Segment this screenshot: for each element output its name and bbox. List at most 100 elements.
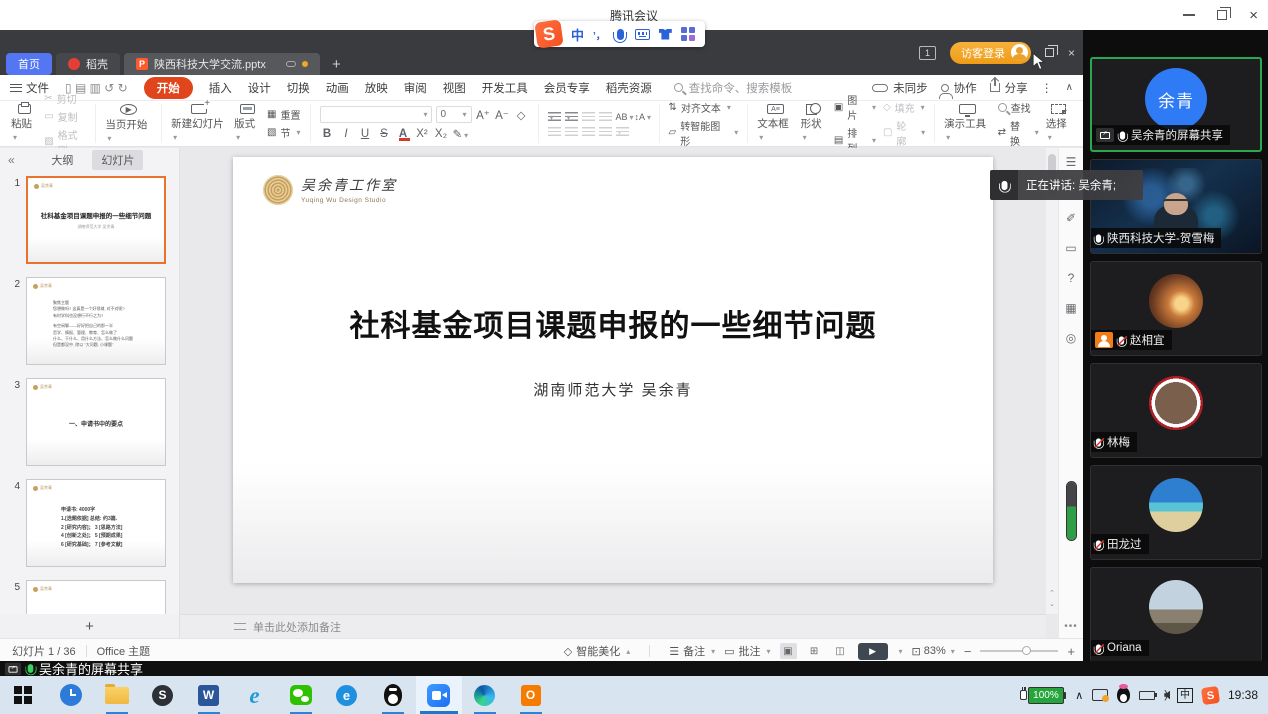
menu-docer-res[interactable]: 稻壳资源	[606, 80, 652, 96]
zoom-in-button[interactable]: +	[1067, 644, 1075, 659]
clear-format-button[interactable]: ◇	[514, 108, 529, 122]
reset-button[interactable]: ▦ 重置	[267, 107, 300, 122]
tray-qq-icon[interactable]	[1117, 687, 1130, 703]
outdent-button[interactable]	[582, 112, 595, 121]
taskbar-explorer[interactable]	[94, 676, 140, 714]
taskbar-sogou[interactable]: S	[140, 676, 186, 714]
zoom-level[interactable]: ⊡ 83%	[912, 645, 955, 658]
beautify-icon[interactable]: ✐	[1066, 212, 1076, 224]
add-slide-button[interactable]: +	[0, 614, 179, 638]
file-menu[interactable]: 文件	[10, 80, 49, 96]
start-button[interactable]	[14, 686, 32, 704]
screen-cast-icon[interactable]: ▭	[1065, 242, 1076, 254]
superscript-button[interactable]: X²	[415, 128, 430, 140]
bold-button[interactable]: B	[320, 128, 335, 140]
select-button[interactable]: 选择	[1046, 104, 1072, 143]
more-tools-icon[interactable]: •••	[1064, 621, 1078, 632]
menu-view[interactable]: 视图	[443, 80, 466, 96]
participant-tile[interactable]: 林梅	[1090, 363, 1262, 458]
theme-name[interactable]: Office 主题	[97, 643, 151, 659]
menu-insert[interactable]: 插入	[209, 80, 232, 96]
smart-graphic-button[interactable]: ▱ 转智能图形	[669, 118, 739, 148]
tray-ime-indicator[interactable]: 中	[1177, 688, 1193, 703]
ime-mic-icon[interactable]	[617, 29, 624, 40]
new-tab-button[interactable]: +	[332, 56, 341, 75]
collaborate-button[interactable]: 协作	[941, 80, 977, 96]
menu-member[interactable]: 会员专享	[544, 80, 590, 96]
taskbar-ie[interactable]: e	[232, 676, 278, 714]
taskbar-browser[interactable]: e	[324, 676, 370, 714]
editing-canvas[interactable]: 吴余青工作室 Yuqing Wu Design Studio 社科基金项目课题申…	[180, 148, 1046, 614]
align-left-button[interactable]	[548, 127, 561, 136]
reading-view-button[interactable]: ◫	[832, 643, 849, 659]
decrease-font-button[interactable]: A⁻	[495, 108, 510, 122]
tab-document[interactable]: P 陕西科技大学交流.pptx	[124, 53, 320, 75]
smart-beautify-button[interactable]: ◇ 智能美化	[564, 643, 630, 659]
taskbar-word[interactable]: W	[186, 676, 232, 714]
taskbar-clock-app[interactable]	[48, 676, 94, 714]
menu-design[interactable]: 设计	[248, 80, 271, 96]
comment-button[interactable]: ▭ 批注	[724, 643, 770, 659]
bullet-list-button[interactable]	[548, 112, 561, 121]
slide-thumbnail-3[interactable]: 吴余青 一、申请书中的要点	[26, 378, 166, 466]
menu-devtools[interactable]: 开发工具	[482, 80, 528, 96]
textbox-button[interactable]: A≡文本框	[757, 104, 793, 143]
outline-button[interactable]: ▢ 轮廓	[883, 118, 925, 148]
layout-button[interactable]: 版式	[234, 104, 260, 143]
cut-button[interactable]: ✂ 剪切	[44, 91, 86, 106]
taskbar-meeting-app[interactable]	[416, 676, 462, 714]
sync-status[interactable]: 未同步	[872, 80, 928, 96]
zoom-slider[interactable]	[980, 650, 1058, 652]
text-direction-button[interactable]: AB	[616, 112, 631, 122]
indent-button[interactable]	[599, 112, 612, 121]
notes-bar[interactable]: 单击此处添加备注	[180, 614, 1046, 638]
participant-tile[interactable]: 赵相宜	[1090, 261, 1262, 356]
paste-button[interactable]: 粘贴	[11, 104, 37, 143]
taskbar-wechat[interactable]	[278, 676, 324, 714]
slide-thumbnail-1[interactable]: 吴余青 社科基金项目课题申报的一些细节问题 湖南师范大学 吴余青	[26, 176, 166, 264]
font-size-select[interactable]: 0	[436, 106, 472, 123]
italic-button[interactable]: I	[339, 128, 354, 140]
menu-slideshow[interactable]: 放映	[365, 80, 388, 96]
vertical-scrollbar[interactable]: ⌃⌄	[1046, 148, 1058, 614]
justify-button[interactable]	[599, 127, 612, 136]
more-menu-icon[interactable]: ⋮	[1041, 81, 1053, 95]
ime-keyboard-icon[interactable]	[635, 29, 650, 40]
restore-icon[interactable]	[1217, 10, 1227, 20]
slide-thumbnail-5[interactable]: 吴余青	[26, 580, 166, 614]
slide-thumbnail-4[interactable]: 吴余青 申请书: 4000字 1.[选题依据] 总结: 约3篇. 2 [研究内容…	[26, 479, 166, 567]
close-icon[interactable]: ×	[1249, 8, 1258, 23]
notes-button[interactable]: ☰ 备注	[669, 643, 715, 659]
menu-review[interactable]: 审阅	[404, 80, 427, 96]
align-right-button[interactable]	[582, 127, 595, 136]
shape-button[interactable]: 形状	[801, 104, 827, 143]
ime-toolbox-icon[interactable]	[681, 27, 695, 41]
tray-volume-icon[interactable]: )	[1164, 689, 1168, 701]
align-text-button[interactable]: ⇅ 对齐文本	[669, 100, 739, 115]
menu-start[interactable]: 开始	[144, 77, 193, 99]
play-options-icon[interactable]	[897, 645, 903, 657]
line-spacing-button[interactable]: ↕A	[635, 112, 650, 122]
highlight-button[interactable]: ✎	[453, 127, 468, 141]
participant-tile[interactable]: 田龙过	[1090, 465, 1262, 560]
ime-skin-icon[interactable]	[659, 29, 672, 40]
slide-thumbnail-2[interactable]: 吴余青 聚焦主题 您想做吗? 这真是一个好领域, 对不对呢? 有时学科也没想行不…	[26, 277, 166, 365]
minimize-icon[interactable]	[1183, 14, 1195, 16]
picture-button[interactable]: ▣ 图片	[834, 92, 876, 122]
guest-login-button[interactable]: 访客登录	[950, 42, 1031, 64]
tray-sogou-icon[interactable]: S	[1201, 685, 1220, 704]
tray-battery-icon[interactable]	[1139, 691, 1155, 700]
underline-button[interactable]: U	[358, 128, 373, 140]
participant-tile[interactable]: Oriana	[1090, 567, 1262, 662]
command-search[interactable]: 查找命令、搜索模板	[674, 80, 793, 96]
font-color-button[interactable]: A	[396, 128, 411, 140]
tray-expand-icon[interactable]: ∧	[1075, 689, 1083, 702]
slide-canvas[interactable]: 吴余青工作室 Yuqing Wu Design Studio 社科基金项目课题申…	[233, 157, 993, 583]
number-list-button[interactable]	[565, 112, 578, 121]
replace-button[interactable]: ⇄ 替换	[998, 118, 1039, 148]
share-button[interactable]: 分享	[990, 80, 1028, 96]
present-tools-button[interactable]: 演示工具	[944, 104, 991, 143]
help-icon[interactable]: ?	[1068, 272, 1075, 284]
participant-tile-screenshare[interactable]: 余青 吴余青的屏幕共享	[1090, 57, 1262, 152]
battery-indicator[interactable]: 100%	[1020, 687, 1066, 704]
